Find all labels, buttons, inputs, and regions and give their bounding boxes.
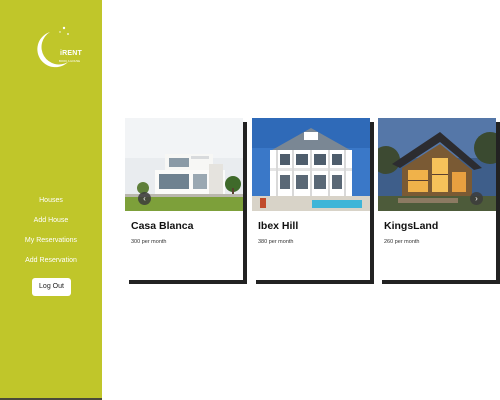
brand-logo[interactable]: iRENT BOOK A HOUSE (30, 26, 82, 72)
chevron-right-icon[interactable]: › (470, 192, 483, 205)
house-card-ibex-hill[interactable]: Ibex Hill 380 per month (252, 118, 370, 280)
sidebar-nav: Houses Add House My Reservations Add Res… (0, 195, 102, 275)
chevron-left-icon[interactable]: ‹ (138, 192, 151, 205)
logo-crescent-icon (37, 26, 69, 68)
house-price: 260 per month (384, 239, 420, 245)
sidebar: iRENT BOOK A HOUSE Houses Add House My R… (0, 0, 102, 400)
house-card-kingsland[interactable]: › KingsLand 260 per month (378, 118, 496, 280)
sidebar-item-my-reservations[interactable]: My Reservations (0, 235, 102, 255)
sidebar-item-add-reservation[interactable]: Add Reservation (0, 255, 102, 275)
brand-tagline: BOOK A HOUSE (59, 59, 81, 63)
house-name: Ibex Hill (258, 220, 299, 232)
sidebar-item-houses[interactable]: Houses (0, 195, 102, 215)
brand-name: iRENT (60, 50, 82, 57)
house-price: 300 per month (131, 239, 167, 245)
sidebar-item-add-house[interactable]: Add House (0, 215, 102, 235)
house-name: Casa Blanca (131, 220, 194, 232)
house-photo[interactable] (252, 118, 370, 211)
logout-button[interactable]: Log Out (32, 278, 71, 296)
app-root: iRENT BOOK A HOUSE Houses Add House My R… (0, 0, 500, 400)
house-card-casa-blanca[interactable]: ‹ Casa Blanca 300 per month (125, 118, 243, 280)
house-name: KingsLand (384, 220, 439, 232)
house-price: 380 per month (258, 239, 294, 245)
